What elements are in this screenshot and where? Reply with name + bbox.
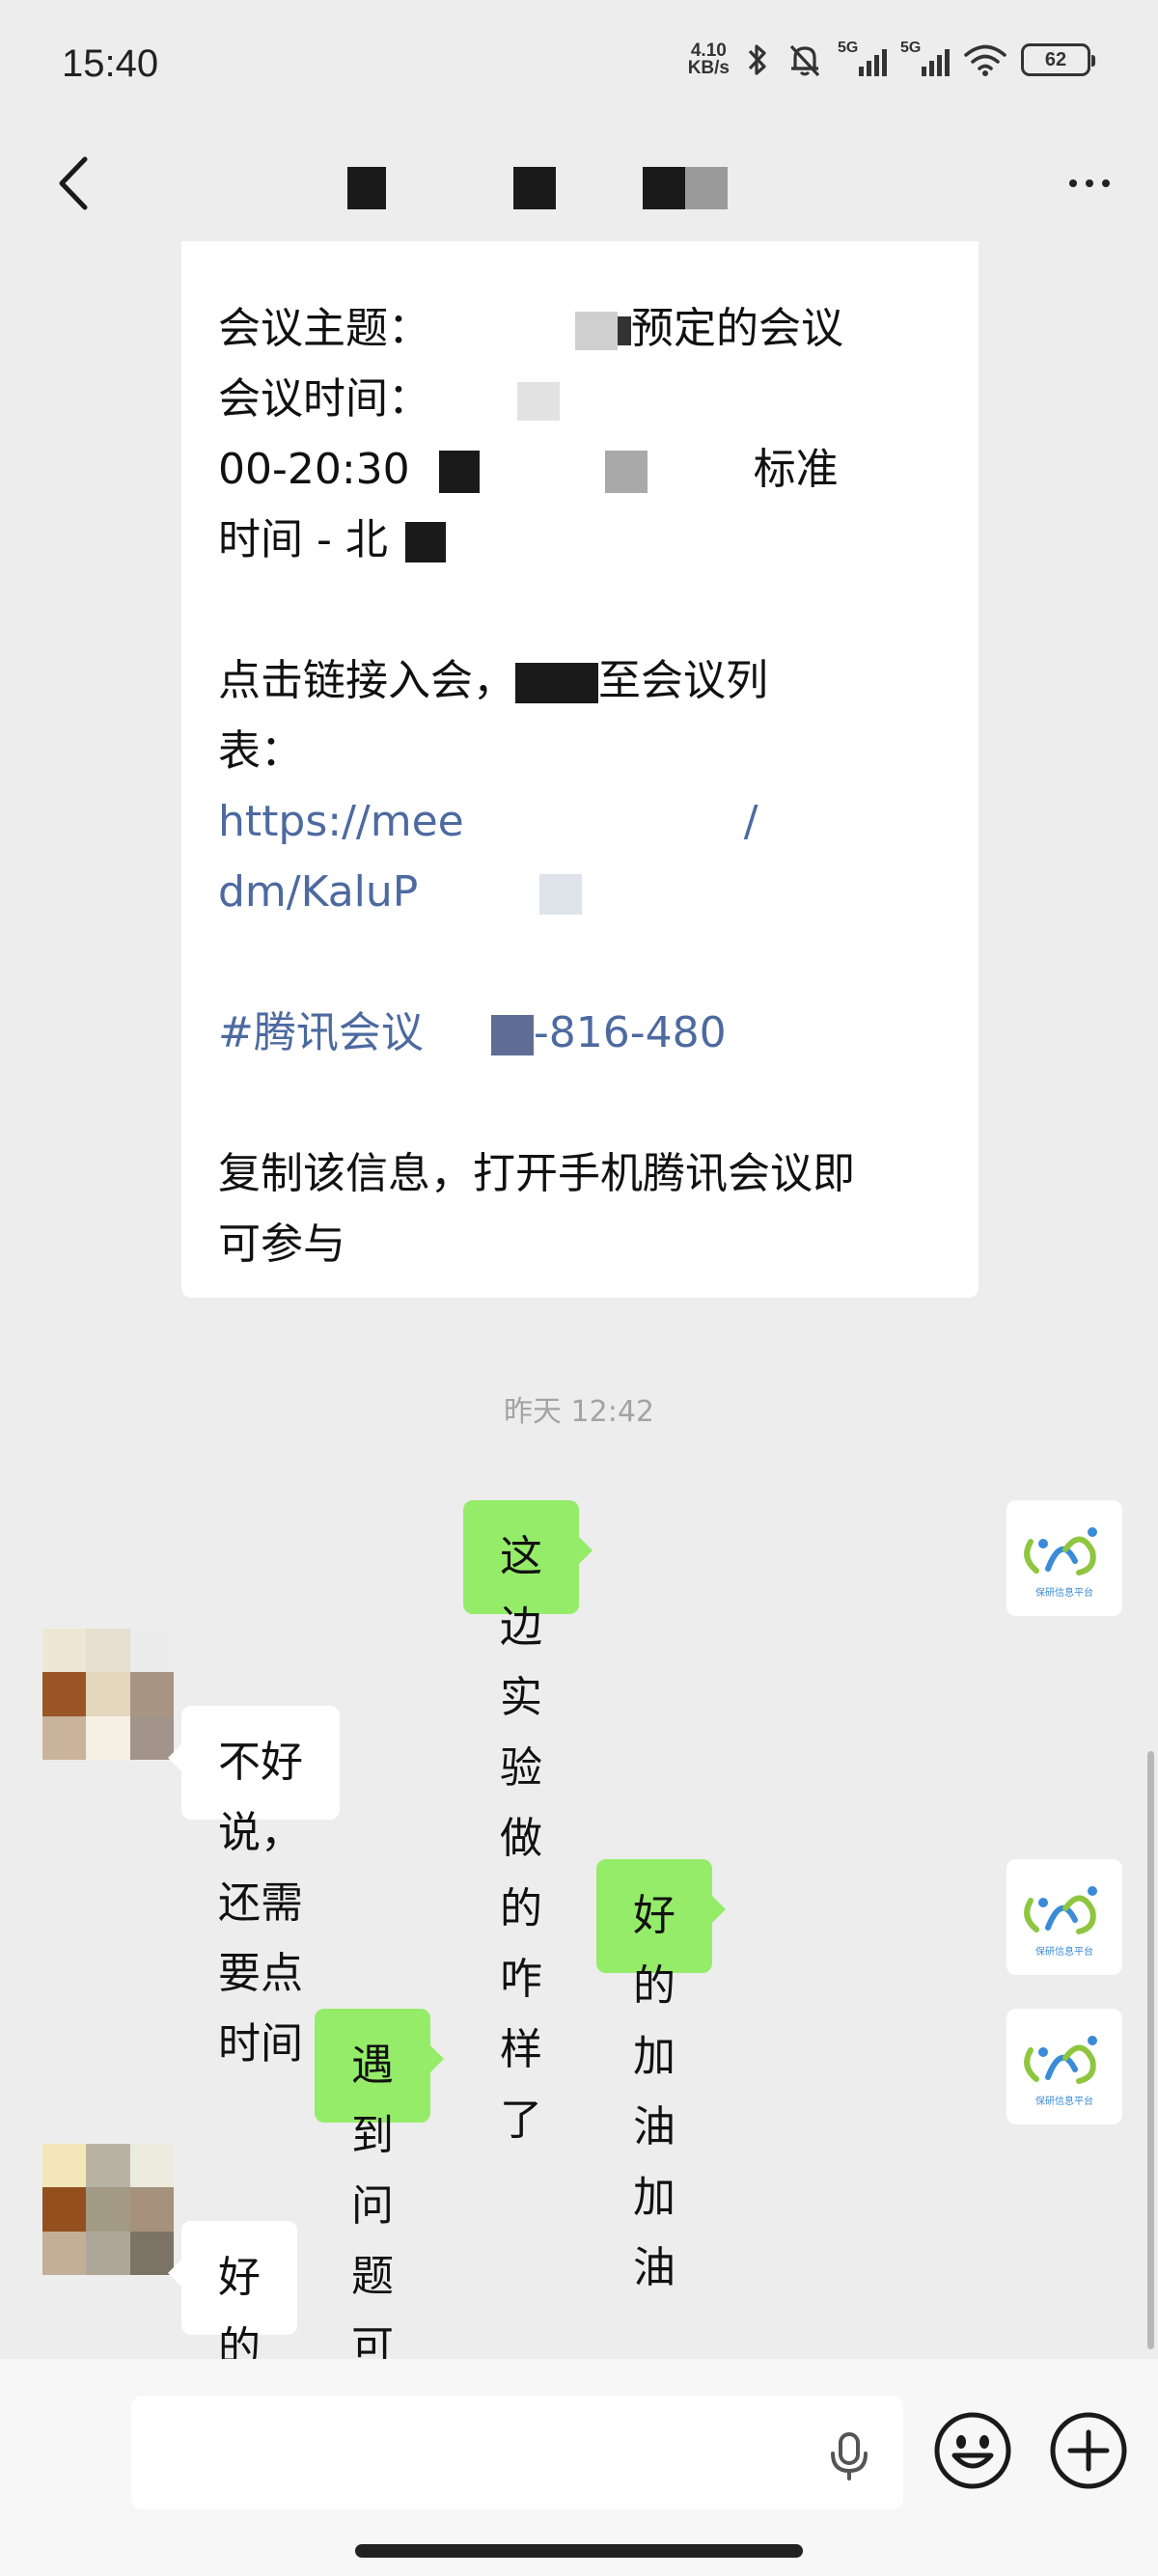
platform-logo-icon: 保研信息平台: [1024, 2036, 1097, 2107]
chat-message-list[interactable]: 会议主题： 预定的会议 会议时间： 00-20:30 标准 时间 - 北 点击链接入…: [0, 241, 1158, 2359]
self-avatar-caption: 保研信息平台: [1035, 1586, 1093, 1599]
message-bubble-self[interactable]: 好的 加油加油: [596, 1859, 726, 2292]
status-bar: 15:40 4.10 KB/s 5G 5G 62: [0, 0, 1158, 130]
self-avatar[interactable]: 保研信息平台: [1006, 1500, 1122, 1616]
self-avatar-caption: 保研信息平台: [1035, 2095, 1093, 2107]
status-time: 15:40: [62, 42, 159, 85]
status-indicators: 4.10 KB/s 5G 5G 62: [687, 40, 1095, 79]
meeting-footer-line-1: 复制该信息，打开手机腾讯会议即: [218, 1149, 855, 1198]
home-indicator[interactable]: [355, 2544, 803, 2558]
cut-off-line: [218, 264, 942, 293]
contact-avatar[interactable]: [42, 1629, 174, 1760]
message-bubble-other[interactable]: 不好说，还需要点时间: [168, 1706, 340, 2069]
platform-logo-icon: 保研信息平台: [1024, 1527, 1097, 1599]
meeting-timezone-suffix: 标准: [753, 445, 839, 494]
signal-1-label: 5G: [838, 40, 859, 56]
scrollbar[interactable]: [1147, 1751, 1154, 2349]
meeting-join-suffix: 至会议列: [598, 656, 768, 705]
meeting-time-line: 会议时间：: [218, 364, 942, 434]
meeting-join-line-2: 表：: [218, 726, 303, 776]
time-separator: 昨天 12:42: [504, 1395, 654, 1429]
meeting-topic-line: 会议主题： 预定的会议: [218, 304, 843, 353]
contact-avatar[interactable]: [42, 2144, 174, 2275]
meeting-number[interactable]: -816-480: [534, 1008, 727, 1057]
bell-off-icon: [789, 44, 820, 77]
message-bubble-self[interactable]: 遇到问题可以及时反馈一下: [315, 2009, 444, 2359]
platform-logo-icon: 保研信息平台: [1024, 1886, 1097, 1958]
meeting-invite-bubble[interactable]: 会议主题： 预定的会议 会议时间： 00-20:30 标准 时间 - 北 点击链接入…: [181, 241, 979, 1298]
self-avatar-caption: 保研信息平台: [1035, 1945, 1093, 1958]
input-bar: [0, 2359, 1158, 2576]
meeting-link-line-1[interactable]: https://mee /: [218, 786, 942, 857]
meeting-topic-suffix: 预定的会议: [631, 304, 843, 353]
signal-strength-2: 5G: [900, 40, 950, 76]
chat-title-redacted: [338, 167, 743, 209]
wifi-icon: [964, 44, 1006, 76]
meeting-join-line: 点击链接入会， 至会议列: [218, 656, 768, 705]
meeting-timezone-line: 时间 - 北: [218, 505, 942, 575]
network-speed: 4.10 KB/s: [687, 41, 730, 78]
message-input[interactable]: [131, 2396, 903, 2509]
battery-indicator: 62: [1021, 43, 1095, 76]
meeting-time-range-line: 00-20:30 标准: [218, 445, 839, 494]
microphone-icon[interactable]: [822, 2428, 876, 2482]
self-avatar[interactable]: 保研信息平台: [1006, 2009, 1122, 2124]
network-speed-unit: KB/s: [687, 58, 730, 78]
chat-header: [0, 130, 1158, 241]
signal-strength-1: 5G: [838, 40, 887, 76]
meeting-footer-line-2: 可参与: [218, 1219, 345, 1269]
meeting-link-line-2[interactable]: dm/KaluP: [218, 857, 942, 927]
bluetooth-icon: [748, 44, 766, 75]
self-avatar[interactable]: 保研信息平台: [1006, 1859, 1122, 1975]
emoji-icon[interactable]: [931, 2409, 1014, 2492]
meeting-number-line[interactable]: #腾讯会议 -816-480: [218, 998, 942, 1068]
plus-icon[interactable]: [1047, 2409, 1130, 2492]
message-bubble-other[interactable]: 好的: [168, 2221, 297, 2359]
message-bubble-self[interactable]: 这边实验做的咋样了: [463, 1500, 593, 2145]
more-icon[interactable]: [1056, 159, 1123, 207]
back-arrow-icon[interactable]: [48, 150, 106, 217]
signal-2-label: 5G: [900, 40, 922, 56]
